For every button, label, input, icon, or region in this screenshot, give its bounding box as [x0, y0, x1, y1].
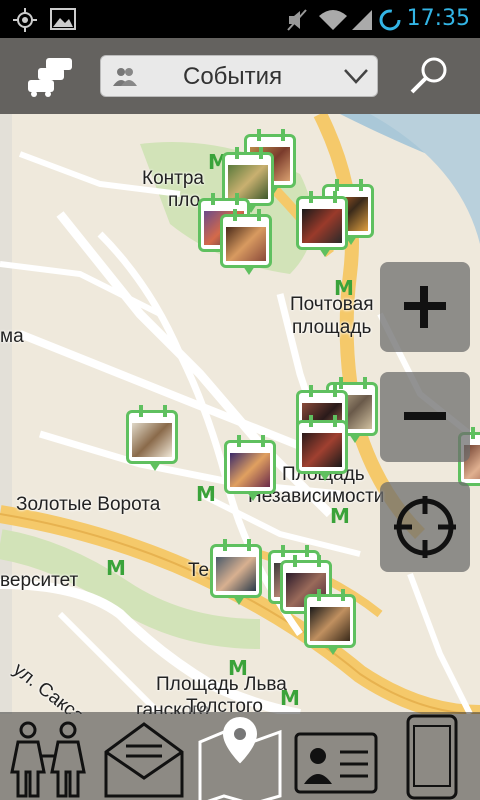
event-pin[interactable]: [220, 209, 272, 275]
nav-contact-card-icon[interactable]: [292, 712, 380, 800]
metro-icon: M: [106, 556, 126, 580]
nav-mail-icon[interactable]: [100, 712, 188, 800]
map-label-pochtovaya: Почтовая: [290, 294, 374, 315]
zoom-in-button[interactable]: [380, 262, 470, 352]
top-toolbar: События: [0, 38, 480, 114]
map-label-kontraktovaya: Контра: [142, 168, 204, 189]
map-label-universitet: верситет: [0, 570, 79, 591]
gps-icon: [13, 8, 37, 32]
metro-icon: M: [196, 482, 216, 506]
map-label-pochtovaya-2: площадь: [292, 317, 372, 338]
nav-phone-icon[interactable]: [392, 712, 472, 800]
category-dropdown[interactable]: События: [100, 55, 378, 97]
status-time: 17:35: [406, 6, 470, 31]
event-pin[interactable]: [304, 589, 356, 655]
map-label-te: Те: [188, 560, 210, 581]
event-pin[interactable]: [126, 405, 178, 471]
map-label-zolotye-vorota: Золотые Ворота: [16, 494, 161, 515]
metro-icon: M: [330, 504, 350, 528]
nav-map-icon[interactable]: [196, 712, 284, 800]
bottom-navigation: [0, 712, 480, 800]
plus-icon: [404, 286, 446, 328]
metro-icon: M: [334, 276, 354, 300]
chevron-down-icon: [344, 69, 368, 84]
crosshair-icon: [394, 496, 456, 558]
metro-icon: M: [280, 686, 300, 710]
search-icon[interactable]: [408, 56, 450, 96]
wifi-icon: [319, 10, 347, 30]
dropdown-selected-label: События: [183, 63, 283, 90]
minus-icon: [404, 412, 446, 420]
metro-icon: M: [228, 656, 248, 680]
signal-icon: [352, 10, 372, 30]
my-location-button[interactable]: [380, 482, 470, 572]
map-label-kontraktovaya-2: пло: [168, 190, 201, 211]
zoom-out-button[interactable]: [380, 372, 470, 462]
nav-people-icon[interactable]: [4, 712, 92, 800]
event-pin[interactable]: [296, 415, 348, 481]
sync-icon: [379, 9, 401, 31]
event-pin[interactable]: [224, 435, 276, 501]
event-pin[interactable]: [210, 539, 262, 605]
mute-icon: [287, 9, 307, 31]
status-bar: 17:35: [0, 0, 480, 38]
cars-icon[interactable]: [24, 54, 76, 98]
map-label-ma: ма: [0, 326, 24, 347]
map-label-lva-tolstogo: Площадь Льва: [156, 674, 287, 695]
people-icon: [113, 68, 137, 86]
image-icon: [50, 8, 76, 30]
event-pin[interactable]: [296, 191, 348, 257]
